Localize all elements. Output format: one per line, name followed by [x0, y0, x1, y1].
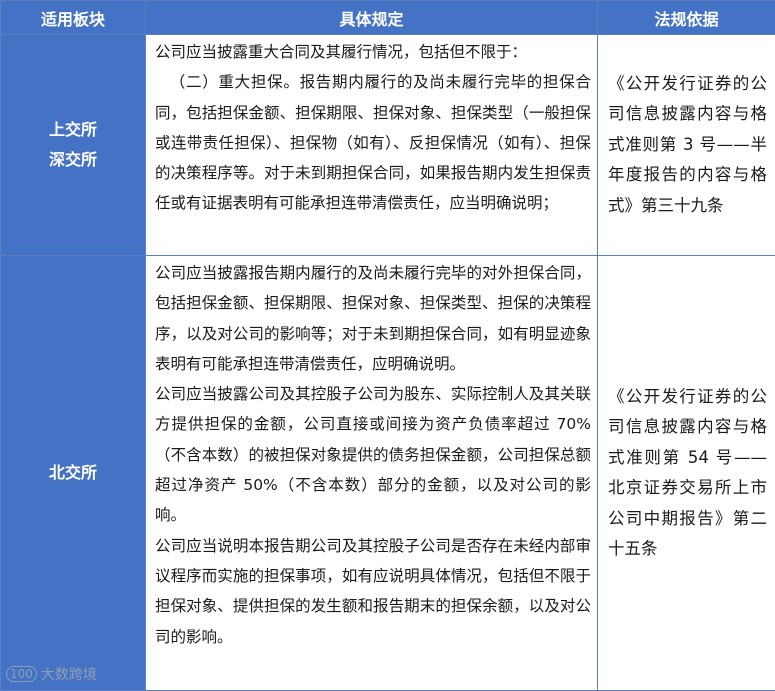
watermark-text: 大数跨境	[40, 667, 97, 683]
rule-content-cell: 公司应当披露重大合同及其履行情况，包括但不限于： （二）重大担保。报告期内履行的…	[145, 34, 598, 256]
table-row: 北交所 公司应当披露报告期内履行的及尚未履行完毕的对外担保合同，包括担保金额、担…	[0, 255, 775, 691]
table-row: 上交所 深交所 公司应当披露重大合同及其履行情况，包括但不限于： （二）重大担保…	[0, 34, 775, 256]
watermark-logo: 100	[6, 666, 37, 682]
region-cell: 北交所	[0, 255, 146, 691]
legal-basis-cell: 《公开发行证券的公司信息披露内容与格式准则第 54 号——北京证券交易所上市公司…	[597, 255, 775, 691]
region-label: 上交所	[48, 120, 97, 139]
header-applicable-board: 适用板块	[0, 0, 146, 35]
page: 适用板块 具体规定 法规依据 上交所 深交所 公司应当披露重大合同及其履行情况，…	[0, 0, 775, 691]
rule-paragraph: 公司应当披露重大合同及其履行情况，包括但不限于：	[155, 43, 528, 61]
watermark: 100 大数跨境	[6, 664, 97, 684]
legal-basis-cell: 《公开发行证券的公司信息披露内容与格式准则第 3 号——半年度报告的内容与格式》…	[597, 34, 775, 256]
rule-paragraph: （二）重大担保。报告期内履行的及尚未履行完毕的担保合同，包括担保金额、担保期限、…	[155, 73, 591, 213]
region-label: 深交所	[48, 150, 97, 169]
rule-content-cell: 公司应当披露报告期内履行的及尚未履行完毕的对外担保合同，包括担保金额、担保期限、…	[145, 255, 598, 691]
rule-paragraph: 公司应当披露报告期内履行的及尚未履行完毕的对外担保合同，包括担保金额、担保期限、…	[155, 264, 591, 373]
rule-paragraph: 公司应当说明本报告期公司及其控股子公司是否存在未经内部审议程序而实施的担保事项，…	[155, 536, 591, 646]
regulation-table: 适用板块 具体规定 法规依据 上交所 深交所 公司应当披露重大合同及其履行情况，…	[0, 0, 775, 691]
header-legal-basis: 法规依据	[597, 0, 775, 35]
region-label: 北交所	[48, 463, 97, 482]
table-header-row: 适用板块 具体规定 法规依据	[0, 0, 775, 35]
region-cell: 上交所 深交所	[0, 34, 146, 256]
rule-paragraph: 公司应当披露公司及其控股子公司为股东、实际控制人及其关联方提供担保的金额，公司直…	[155, 385, 591, 525]
header-specific-rules: 具体规定	[145, 0, 598, 35]
